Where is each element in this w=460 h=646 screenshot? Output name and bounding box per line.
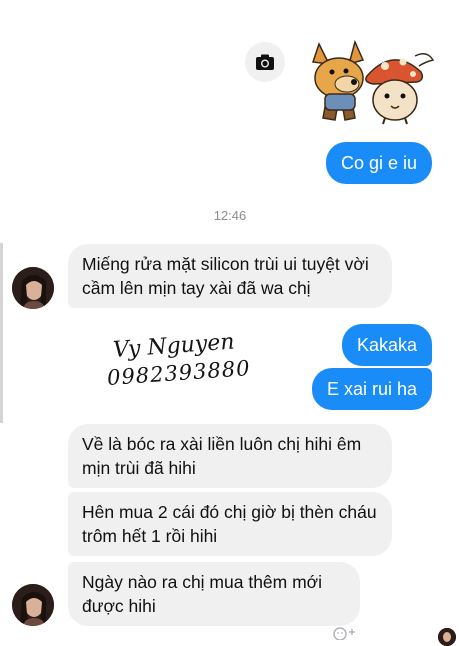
avatar[interactable] — [12, 584, 54, 626]
sticker-image[interactable] — [305, 38, 440, 126]
camera-icon — [256, 54, 274, 70]
avatar-image — [12, 267, 54, 309]
incoming-message[interactable]: Hên mua 2 cái đó chị giờ bị thèn cháu tr… — [68, 492, 392, 556]
message-text: Miếng rửa mặt silicon trùi ui tuyệt vời … — [82, 254, 369, 298]
sticker-graphic — [311, 39, 435, 125]
incoming-message[interactable]: Ngày nào ra chị mua thêm mới được hihi — [68, 562, 360, 626]
camera-button[interactable] — [245, 42, 285, 82]
scroll-indicator — [0, 243, 3, 423]
incoming-message[interactable]: Về là bóc ra xài liền luôn chị hihi êm m… — [68, 424, 392, 488]
outgoing-message[interactable]: Co gi e iu — [325, 142, 432, 184]
outgoing-message[interactable]: Kakaka — [341, 324, 432, 366]
add-reaction-icon[interactable] — [332, 626, 356, 641]
message-text: Hên mua 2 cái đó chị giờ bị thèn cháu tr… — [82, 502, 377, 546]
message-text: Co gi e iu — [340, 153, 417, 173]
incoming-message[interactable]: Miếng rửa mặt silicon trùi ui tuyệt vời … — [68, 244, 392, 308]
message-text: Ngày nào ra chị mua thêm mới được hihi — [82, 572, 323, 616]
outgoing-message[interactable]: E xai rui ha — [311, 368, 432, 410]
seen-avatar — [438, 628, 456, 646]
message-text: E xai rui ha — [326, 379, 417, 399]
message-text: Kakaka — [356, 335, 417, 355]
avatar-image — [12, 584, 54, 626]
avatar[interactable] — [12, 267, 54, 309]
message-text: Về là bóc ra xài liền luôn chị hihi êm m… — [82, 434, 362, 478]
timestamp: 12:46 — [213, 208, 247, 223]
